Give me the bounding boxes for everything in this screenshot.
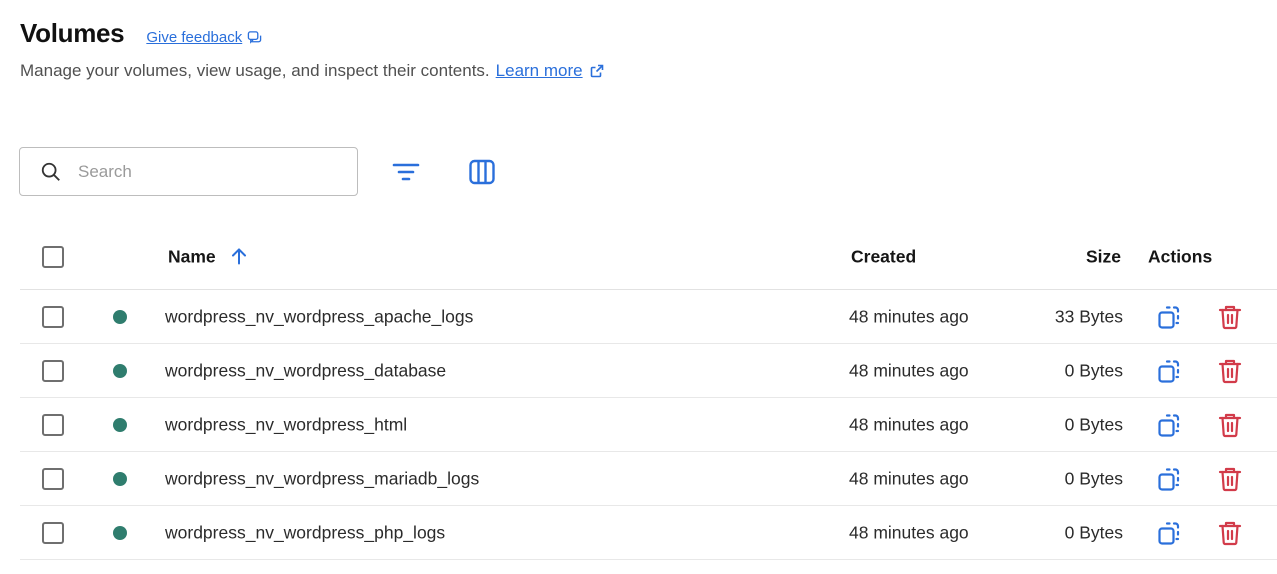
page-subtitle: Manage your volumes, view usage, and ins… [20,61,605,81]
columns-toggle-button[interactable] [464,154,500,190]
in-use-status-dot [113,471,127,486]
volume-size: 0 Bytes [1064,414,1123,434]
table-row[interactable]: wordpress_nv_wordpress_php_logs 48 minut… [20,506,1277,560]
delete-button[interactable] [1216,465,1244,493]
volume-size: 0 Bytes [1064,468,1123,488]
column-header-created[interactable]: Created [851,246,916,267]
table-body: wordpress_nv_wordpress_apache_logs 48 mi… [20,290,1277,560]
volume-created: 48 minutes ago [849,414,969,434]
column-header-size[interactable]: Size [1086,246,1121,267]
volume-name[interactable]: wordpress_nv_wordpress_html [165,414,407,435]
in-use-status-dot [113,417,127,432]
volume-size: 0 Bytes [1064,522,1123,542]
clone-button[interactable] [1156,519,1184,547]
trash-icon [1218,413,1242,437]
clone-icon [1158,305,1180,329]
table-row[interactable]: wordpress_nv_wordpress_database 48 minut… [20,344,1277,398]
clone-button[interactable] [1156,357,1184,385]
clone-button[interactable] [1156,411,1184,439]
delete-button[interactable] [1216,357,1244,385]
clone-button[interactable] [1156,303,1184,331]
clone-icon [1158,467,1180,491]
column-name-label: Name [168,246,216,266]
clone-icon [1158,413,1180,437]
search-icon [41,162,60,181]
learn-more-link[interactable]: Learn more [496,61,605,81]
volume-size: 0 Bytes [1064,360,1123,380]
volume-name[interactable]: wordpress_nv_wordpress_mariadb_logs [165,468,479,489]
learn-more-label: Learn more [495,61,583,80]
trash-icon [1218,521,1242,545]
filter-button[interactable] [388,154,424,190]
give-feedback-link[interactable]: Give feedback [146,29,262,46]
sort-arrow-up-icon [230,248,248,266]
filter-icon [392,163,420,181]
trash-icon [1218,359,1242,383]
table-header: Name Created Size Actions [20,224,1277,290]
trash-icon [1218,305,1242,329]
row-checkbox[interactable] [42,467,64,490]
trash-icon [1218,467,1242,491]
subtitle-text: Manage your volumes, view usage, and ins… [20,61,490,80]
select-all-checkbox[interactable] [42,245,64,268]
table-row[interactable]: wordpress_nv_wordpress_mariadb_logs 48 m… [20,452,1277,506]
row-checkbox[interactable] [42,413,64,436]
page-title: Volumes [20,18,125,48]
volume-created: 48 minutes ago [849,468,969,488]
give-feedback-label: Give feedback [146,29,243,46]
volume-name[interactable]: wordpress_nv_wordpress_apache_logs [165,306,473,327]
row-checkbox[interactable] [42,305,64,328]
columns-icon [469,159,495,185]
search-box[interactable] [19,147,358,196]
in-use-status-dot [113,525,127,540]
column-header-actions: Actions [1148,246,1213,266]
delete-button[interactable] [1216,411,1244,439]
volume-created: 48 minutes ago [849,306,969,326]
row-checkbox[interactable] [42,521,64,544]
table-row[interactable]: wordpress_nv_wordpress_apache_logs 48 mi… [20,290,1277,344]
page-header: Volumes Give feedback [20,18,262,49]
table-row[interactable]: wordpress_nv_wordpress_html 48 minutes a… [20,398,1277,452]
delete-button[interactable] [1216,519,1244,547]
in-use-status-dot [113,363,127,378]
feedback-icon [247,31,262,44]
in-use-status-dot [113,309,127,324]
row-checkbox[interactable] [42,359,64,382]
clone-button[interactable] [1156,465,1184,493]
volumes-table: Name Created Size Actions wordpress_nv_w… [20,224,1277,560]
column-header-name[interactable]: Name [168,246,248,267]
search-input[interactable] [78,161,328,182]
volume-size: 33 Bytes [1054,306,1123,326]
external-link-icon [590,64,603,78]
volume-created: 48 minutes ago [849,522,969,542]
volume-created: 48 minutes ago [849,360,969,380]
volume-name[interactable]: wordpress_nv_wordpress_database [165,360,446,381]
volume-name[interactable]: wordpress_nv_wordpress_php_logs [165,522,445,543]
delete-button[interactable] [1216,303,1244,331]
clone-icon [1158,359,1180,383]
clone-icon [1158,521,1180,545]
